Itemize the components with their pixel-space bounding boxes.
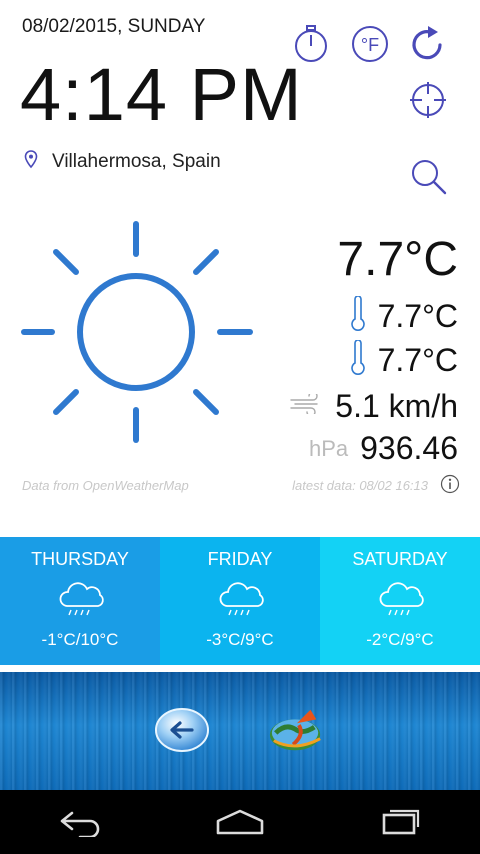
location-row[interactable]: Villahermosa, Spain xyxy=(24,149,221,175)
search-icon[interactable] xyxy=(408,156,448,196)
back-arrow-app-icon[interactable] xyxy=(154,702,210,758)
cloud-rain-icon xyxy=(215,578,265,618)
pressure-value: 936.46 xyxy=(360,430,458,466)
min-temperature: 7.7°C xyxy=(377,342,458,378)
max-temp-row: 7.7°C xyxy=(350,295,458,337)
forecast-temp-range: -2°C/9°C xyxy=(366,630,434,649)
forecast-day-label: THURSDAY xyxy=(31,549,129,569)
max-temperature: 7.7°C xyxy=(377,298,458,334)
stopwatch-icon[interactable] xyxy=(291,24,331,64)
fahrenheit-label: °F xyxy=(361,35,379,55)
latest-data-label: latest data: 08/02 16:13 xyxy=(292,478,428,493)
forecast-day-label: SATURDAY xyxy=(352,549,448,569)
wind-icon xyxy=(289,391,323,419)
divider xyxy=(0,665,480,672)
info-icon[interactable] xyxy=(440,474,460,494)
wind-speed: 5.1 km/h xyxy=(335,388,458,424)
forecast-strip: THURSDAY -1°C/10°C FRIDAY -3°C/9°C SATUR… xyxy=(0,537,480,665)
current-temperature: 7.7°C xyxy=(337,233,458,286)
globe-app-icon[interactable] xyxy=(268,702,324,758)
cloud-rain-icon xyxy=(375,578,425,618)
sunny-weather-icon xyxy=(18,218,258,463)
home-icon[interactable] xyxy=(210,802,270,842)
thermometer-icon xyxy=(350,295,366,337)
app-launcher-panel xyxy=(0,672,480,790)
pressure-unit-label: hPa xyxy=(308,435,349,461)
forecast-temp-range: -1°C/10°C xyxy=(41,630,119,649)
system-nav-bar xyxy=(0,790,480,854)
data-source-label: Data from OpenWeatherMap xyxy=(22,478,189,493)
forecast-day-thursday[interactable]: THURSDAY -1°C/10°C xyxy=(0,537,160,665)
forecast-day-saturday[interactable]: SATURDAY -2°C/9°C xyxy=(320,537,480,665)
wind-row: 5.1 km/h xyxy=(289,388,458,425)
location-pin-icon xyxy=(24,149,38,175)
pressure-row: hPa 936.46 xyxy=(309,430,458,467)
crosshair-icon[interactable] xyxy=(408,80,448,120)
date-label: 08/02/2015, SUNDAY xyxy=(22,16,206,37)
forecast-day-label: FRIDAY xyxy=(207,549,273,569)
recents-icon[interactable] xyxy=(370,802,430,842)
location-label: Villahermosa, Spain xyxy=(52,151,221,172)
thermometer-icon xyxy=(350,339,366,381)
clock-time: 4:14 PM xyxy=(20,53,303,136)
forecast-day-friday[interactable]: FRIDAY -3°C/9°C xyxy=(160,537,320,665)
min-temp-row: 7.7°C xyxy=(350,339,458,381)
forecast-temp-range: -3°C/9°C xyxy=(206,630,274,649)
fahrenheit-toggle-button[interactable]: °F xyxy=(350,24,390,64)
cloud-rain-icon xyxy=(55,578,105,618)
back-icon[interactable] xyxy=(50,802,110,842)
refresh-icon[interactable] xyxy=(408,24,448,64)
